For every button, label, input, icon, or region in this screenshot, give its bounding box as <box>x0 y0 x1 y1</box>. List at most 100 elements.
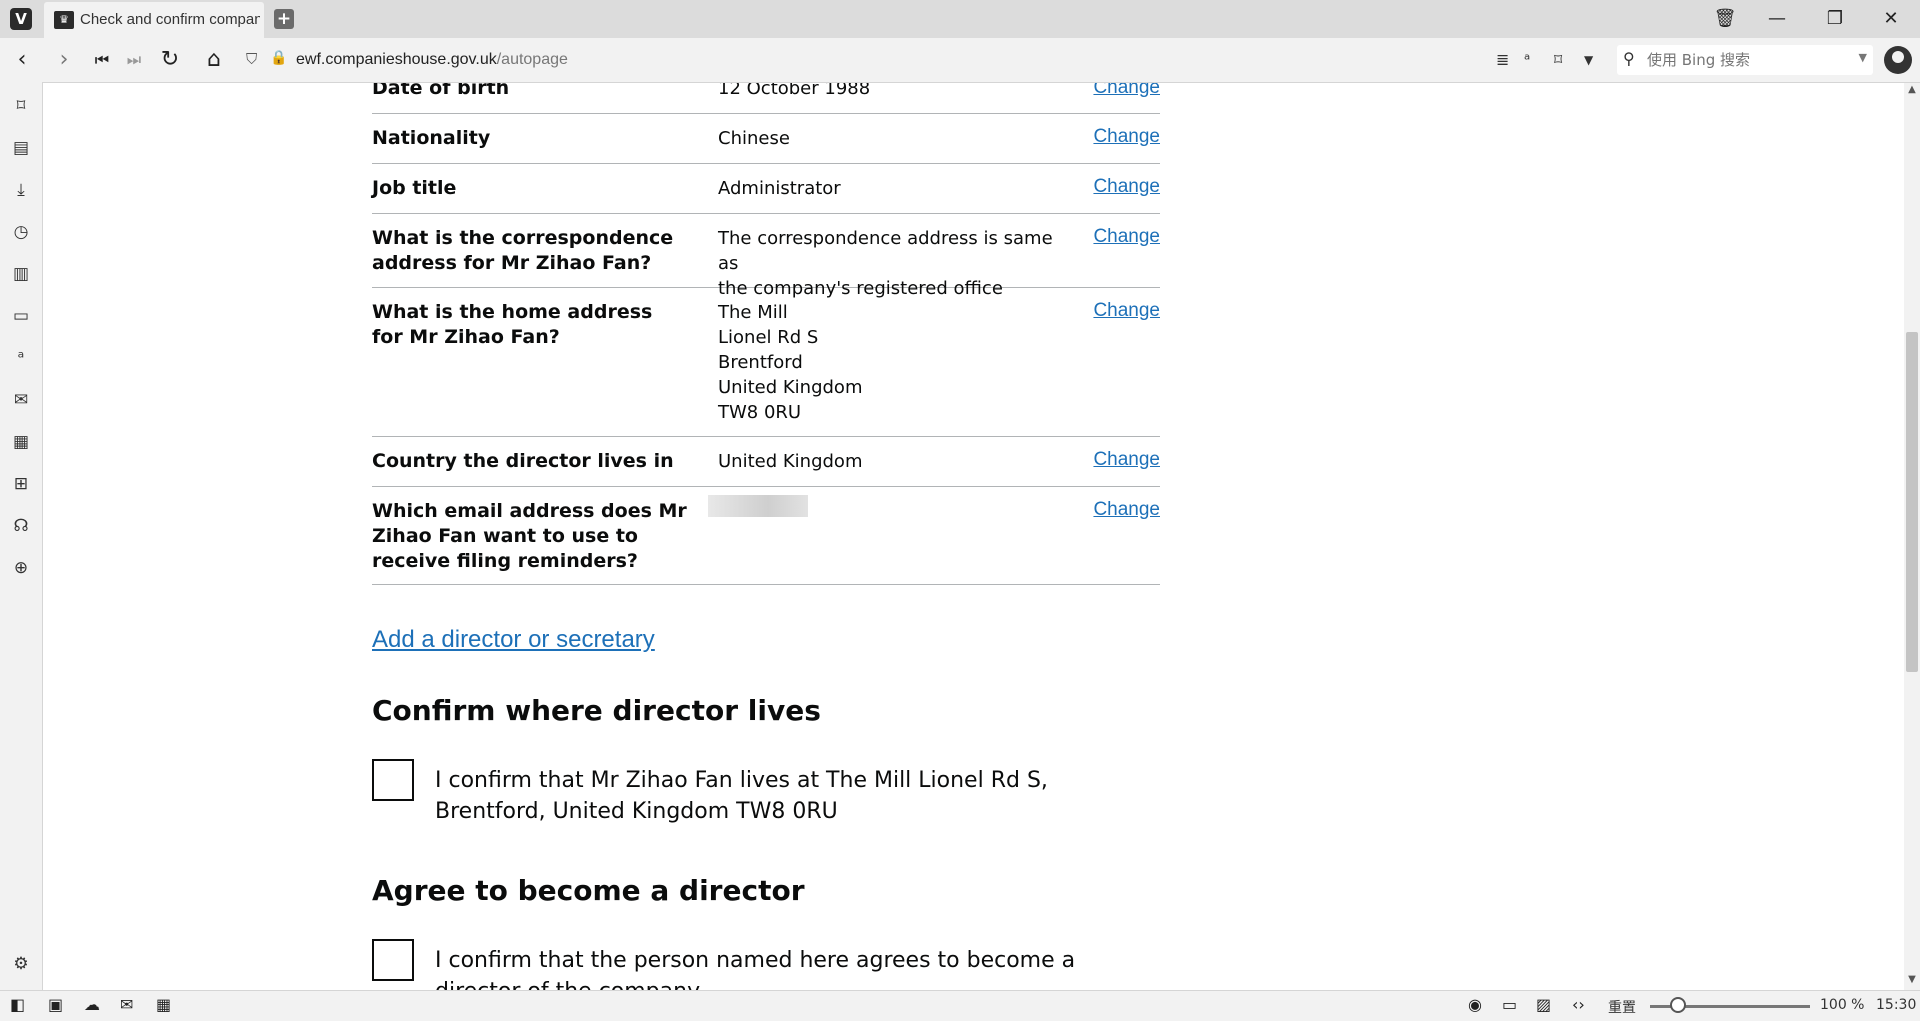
summary-key: What is the home address for Mr Zihao Fa… <box>372 301 653 348</box>
settings-icon[interactable]: ⚙ <box>9 952 33 976</box>
summary-list: Date of birth 12 October 1988 Change Nat… <box>372 83 1160 585</box>
reading-list-icon[interactable]: ▤ <box>9 136 33 160</box>
summary-value: 12 October 1988 <box>718 83 1078 101</box>
summary-value: Administrator <box>718 176 1078 201</box>
translate-icon[interactable]: ᵃ <box>9 346 33 370</box>
page-actions-icon[interactable]: ‹› <box>1572 995 1585 1014</box>
agree-heading: Agree to become a director <box>372 874 805 907</box>
value-line: The correspondence address is same as <box>718 228 1053 274</box>
tab-bar: V ♛ Check and confirm compan + 🗑 — ❐ ✕ <box>0 0 1920 38</box>
home-icon[interactable]: ⌂ <box>200 46 228 74</box>
redacted-email <box>708 495 808 517</box>
profile-avatar[interactable] <box>1884 46 1912 74</box>
search-input[interactable] <box>1645 48 1849 72</box>
images-icon[interactable]: ▨ <box>1536 995 1551 1014</box>
rewind-icon[interactable]: ⏮ <box>88 46 116 74</box>
search-box[interactable]: ⚲ ▼ <box>1617 45 1873 75</box>
confirm-lives-heading: Confirm where director lives <box>372 694 821 727</box>
page-tiling-icon[interactable]: ▭ <box>1502 995 1517 1014</box>
summary-row: Job title Administrator Change <box>372 164 1160 214</box>
change-link[interactable]: Change <box>1093 226 1160 248</box>
reader-view-icon[interactable]: ≣ <box>1496 50 1509 69</box>
tab-tiling-icon[interactable]: ▣ <box>48 995 63 1014</box>
summary-key: What is the correspondence address for M… <box>372 227 674 274</box>
value-line: United Kingdom <box>718 451 863 472</box>
sync-cloud-icon[interactable]: ☁ <box>84 995 100 1014</box>
restore-icon[interactable]: ❐ <box>1820 6 1850 32</box>
search-engine-dropdown-icon[interactable]: ▼ <box>1859 51 1867 64</box>
bookmark-icon[interactable]: ⌑ <box>1554 50 1562 69</box>
capture-icon[interactable]: ◉ <box>1468 995 1482 1014</box>
trash-icon[interactable]: 🗑 <box>1710 6 1740 32</box>
panel-toggle-icon[interactable]: ◧ <box>10 995 25 1014</box>
translate-icon[interactable]: ᵃ <box>1524 50 1530 69</box>
minimize-icon[interactable]: — <box>1762 6 1792 32</box>
summary-key: Date of birth <box>372 83 510 99</box>
change-link[interactable]: Change <box>1093 126 1160 148</box>
address-bar-row: ‹ › ⏮ ⏭ ↻ ⌂ ⛉ 🔒 ewf.companieshouse.gov.u… <box>0 38 1920 83</box>
agree-label[interactable]: I confirm that the person named here agr… <box>435 945 1135 990</box>
vivaldi-menu-icon[interactable]: V <box>10 8 32 30</box>
zoom-reset-label[interactable]: 重置 <box>1608 997 1636 1017</box>
crown-favicon-icon: ♛ <box>54 11 74 29</box>
summary-row: Date of birth 12 October 1988 Change <box>372 83 1160 114</box>
url-domain: ewf.companieshouse.gov.uk <box>296 51 497 68</box>
value-line: TW8 0RU <box>718 402 802 423</box>
summary-value <box>708 495 1068 524</box>
change-link[interactable]: Change <box>1093 83 1160 99</box>
contacts-icon[interactable]: ☊ <box>9 514 33 538</box>
value-line: The Mill <box>718 302 788 323</box>
add-panel-icon[interactable]: ⊕ <box>9 556 33 580</box>
value-line: United Kingdom <box>718 377 863 398</box>
dropdown-icon[interactable]: ▼ <box>1584 53 1593 67</box>
add-director-link[interactable]: Add a director or secretary <box>372 626 655 654</box>
close-icon[interactable]: ✕ <box>1876 6 1906 32</box>
summary-row: What is the home address for Mr Zihao Fa… <box>372 288 1160 437</box>
lock-icon[interactable]: 🔒 <box>270 50 287 66</box>
summary-row: Which email address does Mr Zihao Fan wa… <box>372 487 1160 585</box>
change-link[interactable]: Change <box>1093 449 1160 471</box>
zoom-level: 100 % <box>1820 997 1865 1013</box>
notes-icon[interactable]: ▥ <box>9 262 33 286</box>
agree-checkbox[interactable] <box>372 939 414 981</box>
clock: 15:30 <box>1876 997 1917 1013</box>
summary-row: Country the director lives in United Kin… <box>372 437 1160 487</box>
value-line: Chinese <box>718 128 790 149</box>
new-tab-button[interactable]: + <box>274 9 294 29</box>
confirm-lives-label[interactable]: I confirm that Mr Zihao Fan lives at The… <box>435 765 1135 827</box>
url-path: /autopage <box>496 51 568 68</box>
change-link[interactable]: Change <box>1093 176 1160 198</box>
scroll-up-icon[interactable]: ▲ <box>1904 84 1920 95</box>
main-column: Date of birth 12 October 1988 Change Nat… <box>372 83 1160 990</box>
calendar-icon[interactable]: ▦ <box>9 430 33 454</box>
calendar-status-icon[interactable]: ▦ <box>156 995 171 1014</box>
forward-icon[interactable]: › <box>50 46 78 74</box>
summary-key: Country the director lives in <box>372 450 674 472</box>
scroll-down-icon[interactable]: ▼ <box>1904 974 1920 985</box>
change-link[interactable]: Change <box>1093 300 1160 322</box>
mail-icon[interactable]: ✉ <box>9 388 33 412</box>
tab-active[interactable]: ♛ Check and confirm compan <box>44 2 264 38</box>
summary-row: What is the correspondence address for M… <box>372 214 1160 299</box>
bookmarks-icon[interactable]: ⌑ <box>9 94 33 118</box>
url-field[interactable]: ⛉ 🔒 ewf.companieshouse.gov.uk/autopage ≣… <box>240 46 1615 74</box>
window-panel-icon[interactable]: ▭ <box>9 304 33 328</box>
summary-value: The Mill Lionel Rd S Brentford United Ki… <box>718 300 1078 425</box>
summary-key: Nationality <box>372 127 491 149</box>
scrollbar-thumb[interactable] <box>1906 332 1918 672</box>
reload-icon[interactable]: ↻ <box>156 46 184 74</box>
summary-value: United Kingdom <box>718 449 1078 474</box>
search-icon: ⚲ <box>1623 49 1635 68</box>
confirm-lives-checkbox[interactable] <box>372 759 414 801</box>
url-text[interactable]: ewf.companieshouse.gov.uk/autopage <box>296 51 568 69</box>
fast-forward-icon[interactable]: ⏭ <box>120 46 148 74</box>
shield-icon[interactable]: ⛉ <box>246 50 257 68</box>
change-link[interactable]: Change <box>1093 499 1160 521</box>
history-icon[interactable]: ◷ <box>9 220 33 244</box>
summary-key: Which email address does Mr Zihao Fan wa… <box>372 500 687 572</box>
feeds-icon[interactable]: ⊞ <box>9 472 33 496</box>
zoom-slider-handle[interactable] <box>1670 997 1686 1013</box>
back-icon[interactable]: ‹ <box>8 46 36 74</box>
downloads-icon[interactable]: ⤓ <box>9 178 33 202</box>
mail-status-icon[interactable]: ✉ <box>120 995 133 1014</box>
